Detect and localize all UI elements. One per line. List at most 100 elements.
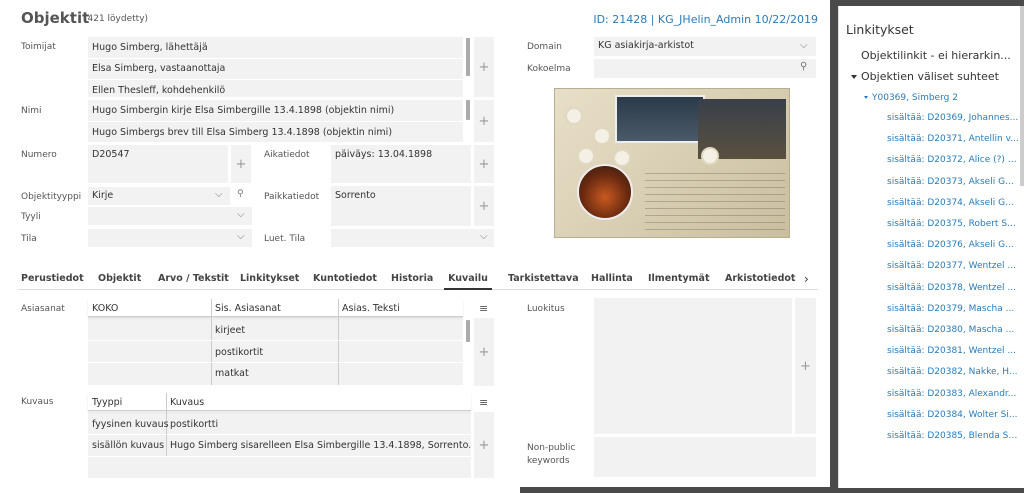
toimijat-row[interactable]: Hugo Simberg, lähettäjä xyxy=(92,42,208,53)
kuvaus-add-button[interactable]: + xyxy=(474,412,494,478)
link-item[interactable]: sisältää: D20380, Mascha ... xyxy=(887,325,1019,335)
link-item[interactable]: sisältää: D20378, Wentzel ... xyxy=(887,283,1019,293)
link-item[interactable]: sisältää: D20379, Mascha ... xyxy=(887,304,1019,314)
nimi-scrollbar[interactable] xyxy=(466,100,470,120)
nimi-add-button[interactable]: + xyxy=(474,100,494,142)
kuvaus-grid-header: Tyyppi Kuvaus xyxy=(88,393,471,411)
menu-icon[interactable]: ≡ xyxy=(479,396,488,409)
tab-linkitykset[interactable]: Linkitykset xyxy=(240,273,299,284)
tree-item-suhteet[interactable]: Objektien väliset suhteet xyxy=(851,70,999,83)
asiasanat-scrollbar[interactable] xyxy=(466,320,470,342)
column-header[interactable]: Tyyppi xyxy=(92,397,122,408)
link-item[interactable]: sisältää: D20385, Blenda Si... xyxy=(887,431,1019,441)
aikatiedot-add-button[interactable]: + xyxy=(474,145,494,183)
table-cell[interactable]: postikortti xyxy=(170,419,218,430)
table-cell[interactable]: fyysinen kuvaus xyxy=(92,419,169,430)
link-item[interactable]: sisältää: D20373, Akseli Gal... xyxy=(887,177,1019,187)
paikkatiedot-label: Paikkatiedot xyxy=(264,192,320,202)
column-header[interactable]: Kuvaus xyxy=(170,397,204,408)
tyyli-select[interactable] xyxy=(88,207,252,225)
caret-down-icon[interactable] xyxy=(864,96,868,99)
column-header[interactable]: Sis. Asiasanat xyxy=(215,303,281,314)
tab-kuntotiedot[interactable]: Kuntotiedot xyxy=(313,273,377,284)
table-cell[interactable]: kirjeet xyxy=(215,325,245,336)
column-divider xyxy=(338,299,339,385)
object-image[interactable] xyxy=(554,88,790,238)
tab-arvo-tekstit[interactable]: Arvo / Tekstit xyxy=(158,273,229,284)
tree-item-label: Objektien väliset suhteet xyxy=(861,70,999,83)
toimijat-scrollbar[interactable] xyxy=(466,38,470,76)
hierarchy-icon[interactable]: ⚲ xyxy=(237,189,244,199)
luet-tila-label: Luet. Tila xyxy=(264,234,306,244)
tab-tarkistettava[interactable]: Tarkistettava xyxy=(508,273,579,284)
chevron-right-icon[interactable]: › xyxy=(804,272,809,286)
links-scrollbar[interactable] xyxy=(1020,6,1024,186)
link-item[interactable]: sisältää: D20377, Wentzel ... xyxy=(887,261,1019,271)
tree-item-y00369[interactable]: Y00369, Simberg 2 xyxy=(864,93,958,103)
link-item[interactable]: sisältää: D20375, Robert St... xyxy=(887,219,1019,229)
table-cell[interactable]: Hugo Simberg sisarelleen Elsa Simbergill… xyxy=(170,440,470,451)
chevron-down-icon[interactable]: ⌵ xyxy=(237,209,245,220)
paikkatiedot-add-button[interactable]: + xyxy=(474,186,494,226)
image-handwriting xyxy=(645,167,785,235)
toimijat-row[interactable]: Ellen Thesleff, kohdehenkilö xyxy=(92,85,225,96)
links-panel-title: Linkitykset xyxy=(846,22,914,37)
nimi-row[interactable]: Hugo Simbergin kirje Elsa Simbergille 13… xyxy=(92,105,394,116)
kokoelma-label: Kokoelma xyxy=(527,64,571,74)
link-item[interactable]: sisältää: D20374, Akseli Gal... xyxy=(887,198,1019,208)
chevron-left-icon[interactable]: ‹ xyxy=(792,273,796,284)
numero-add-button[interactable]: + xyxy=(231,145,251,183)
domain-select[interactable]: KG asiakirja-arkistot xyxy=(594,37,816,56)
luokitus-add-button[interactable]: + xyxy=(795,298,816,434)
nonpublic-keywords-field[interactable] xyxy=(594,437,816,477)
table-cell[interactable]: sisällön kuvaus xyxy=(92,440,164,451)
link-item[interactable]: sisältää: D20383, Alexandr... xyxy=(887,389,1019,399)
link-item[interactable]: sisältää: D20381, Wentzel ... xyxy=(887,346,1019,356)
search-icon[interactable]: ⚲ xyxy=(800,61,807,72)
tila-select[interactable] xyxy=(88,229,252,247)
nimi-label: Nimi xyxy=(21,106,42,116)
luokitus-field[interactable] xyxy=(594,298,792,434)
tab-ilmentymat[interactable]: Ilmentymät xyxy=(648,273,709,284)
objektityyppi-select[interactable]: Kirje xyxy=(88,187,230,205)
page-title: Objektit xyxy=(21,9,90,27)
chevron-down-icon[interactable]: ⌵ xyxy=(215,189,223,200)
kokoelma-search-input[interactable] xyxy=(594,59,816,78)
link-item[interactable]: sisältää: D20369, Johannes... xyxy=(887,113,1019,123)
luet-tila-select[interactable] xyxy=(331,229,494,247)
toimijat-add-button[interactable]: + xyxy=(474,37,494,97)
chevron-down-icon[interactable]: ⌵ xyxy=(237,231,245,242)
link-item[interactable]: sisältää: D20376, Akseli Gal... xyxy=(887,240,1019,250)
link-item[interactable]: sisältää: D20371, Antellin v... xyxy=(887,134,1019,144)
table-cell[interactable]: postikortit xyxy=(215,347,263,358)
asiasanat-grid-header: KOKO Sis. Asiasanat Asias. Teksti xyxy=(88,299,463,317)
aikatiedot-field[interactable]: päiväys: 13.04.1898 xyxy=(331,145,471,183)
toimijat-row[interactable]: Elsa Simberg, vastaanottaja xyxy=(92,63,225,74)
table-cell[interactable]: matkat xyxy=(215,368,249,379)
asiasanat-add-button[interactable]: + xyxy=(474,318,494,386)
chevron-down-icon[interactable]: ⌵ xyxy=(480,231,488,242)
tab-objektit[interactable]: Objektit xyxy=(98,273,141,284)
link-item[interactable]: sisältää: D20382, Nakke, H... xyxy=(887,367,1019,377)
tab-hallinta[interactable]: Hallinta xyxy=(591,273,633,284)
chevron-down-icon[interactable]: ⌵ xyxy=(800,40,808,51)
toimijat-list[interactable]: Hugo Simberg, lähettäjä Elsa Simberg, va… xyxy=(88,37,463,97)
tab-arkistotiedot[interactable]: Arkistotiedot xyxy=(725,273,795,284)
link-item[interactable]: sisältää: D20372, Alice (?) B... xyxy=(887,155,1019,165)
tab-perustiedot[interactable]: Perustiedot xyxy=(21,273,84,284)
numero-field[interactable]: D20547 xyxy=(88,145,228,183)
image-flower xyxy=(595,129,609,143)
tree-item-objektilinkit[interactable]: Objektilinkit - ei hierarkin... xyxy=(861,49,1011,62)
caret-down-icon[interactable] xyxy=(851,75,857,79)
column-header[interactable]: KOKO xyxy=(92,303,118,314)
paikkatiedot-field[interactable]: Sorrento xyxy=(331,186,471,226)
image-night-scene xyxy=(615,95,705,143)
link-item[interactable]: sisältää: D20384, Wolter Si... xyxy=(887,410,1019,420)
menu-icon[interactable]: ≡ xyxy=(479,302,488,315)
tab-kuvailu[interactable]: Kuvailu xyxy=(444,273,492,290)
tab-historia[interactable]: Historia xyxy=(391,273,433,284)
nimi-row[interactable]: Hugo Simbergs brev till Elsa Simberg 13.… xyxy=(92,127,392,138)
image-fire-scene xyxy=(577,164,633,220)
aikatiedot-label: Aikatiedot xyxy=(264,150,310,160)
column-header[interactable]: Asias. Teksti xyxy=(342,303,400,314)
